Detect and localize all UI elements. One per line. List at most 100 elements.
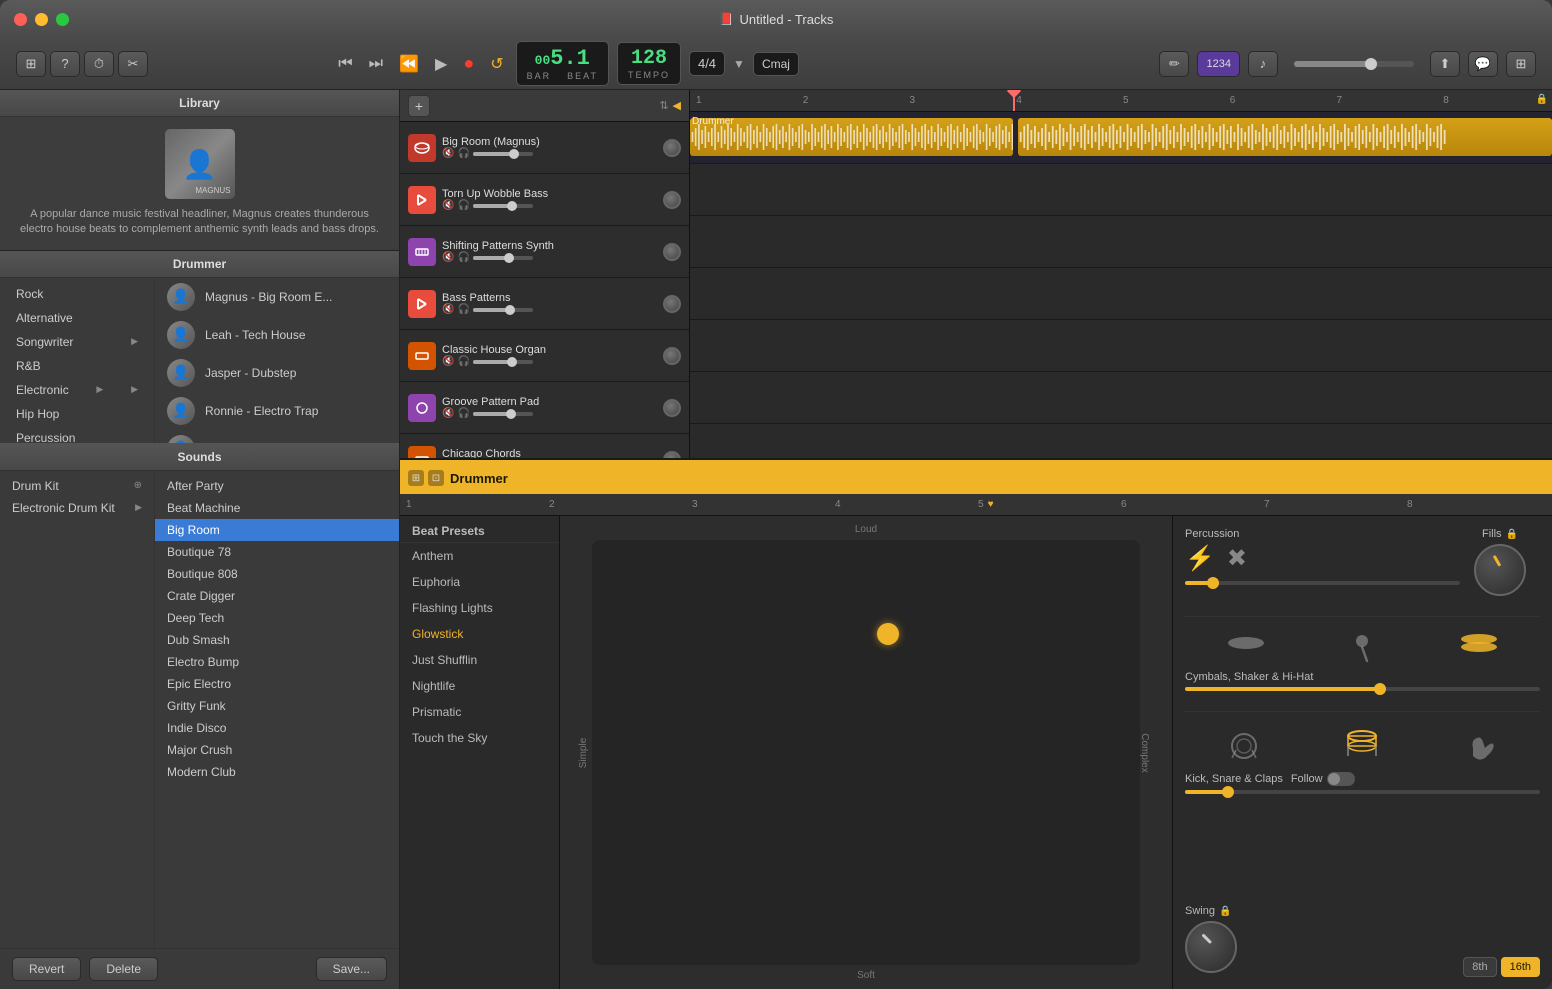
record-btn[interactable]: ● xyxy=(459,49,478,78)
genre-songwriter[interactable]: Songwriter xyxy=(0,330,154,354)
pan-knob-3[interactable] xyxy=(663,295,681,313)
drummer-ronnie[interactable]: 👤 Ronnie - Electro Trap xyxy=(155,392,399,430)
scissors-btn[interactable]: ✂ xyxy=(118,51,148,77)
sound-deep-tech[interactable]: Deep Tech xyxy=(155,607,399,629)
hammer-icon[interactable]: ✖ xyxy=(1227,544,1247,573)
timeline-row-6[interactable] xyxy=(690,424,1552,458)
pan-knob-0[interactable] xyxy=(663,139,681,157)
save-button[interactable]: Save... xyxy=(316,957,387,981)
drummer-julian[interactable]: 👤 Julian - Modern House xyxy=(155,430,399,443)
fold-btn[interactable]: ◀ xyxy=(673,99,681,112)
mute-btn-3[interactable]: 🔇 xyxy=(442,304,454,315)
sound-crate-digger[interactable]: Crate Digger xyxy=(155,585,399,607)
track-row-3[interactable]: Bass Patterns 🔇 🎧 xyxy=(400,278,689,330)
minimize-button[interactable] xyxy=(35,13,48,26)
sound-dub-smash[interactable]: Dub Smash xyxy=(155,629,399,651)
lightning-icon[interactable]: ⚡ xyxy=(1185,544,1215,573)
delete-button[interactable]: Delete xyxy=(89,957,158,981)
preset-prismatic[interactable]: Prismatic xyxy=(400,699,559,725)
fast-forward-btn[interactable]: ⏭ xyxy=(365,51,387,77)
rewind-btn[interactable]: ⏮ xyxy=(334,51,356,77)
sort-btn[interactable]: ⇅ xyxy=(659,99,668,112)
follow-toggle-pill[interactable] xyxy=(1327,772,1355,786)
drummer-jasper[interactable]: 👤 Jasper - Dubstep xyxy=(155,354,399,392)
headphone-btn-2[interactable]: 🎧 xyxy=(457,252,469,263)
pencil-btn[interactable]: ✏ xyxy=(1159,51,1189,77)
mute-btn-1[interactable]: 🔇 xyxy=(442,200,454,211)
editor-btn-2[interactable]: ⊡ xyxy=(428,470,444,486)
genre-hiphop[interactable]: Hip Hop xyxy=(0,402,154,426)
cymbals-slider[interactable] xyxy=(1185,687,1540,691)
preset-glowstick[interactable]: Glowstick xyxy=(400,621,559,647)
help-btn[interactable]: ? xyxy=(50,51,80,77)
headphone-btn-1[interactable]: 🎧 xyxy=(457,200,469,211)
headphone-btn-0[interactable]: 🎧 xyxy=(457,148,469,159)
timeline-row-5[interactable] xyxy=(690,372,1552,424)
skip-back-btn[interactable]: ⏪ xyxy=(395,50,423,78)
sound-electro-bump[interactable]: Electro Bump xyxy=(155,651,399,673)
time-sig-display[interactable]: 4/4 xyxy=(689,51,725,76)
tempo-display[interactable]: 128 TEMPO xyxy=(617,42,681,85)
add-track-btn[interactable]: + xyxy=(408,95,430,117)
mute-btn-0[interactable]: 🔇 xyxy=(442,148,454,159)
headphone-btn-4[interactable]: 🎧 xyxy=(457,356,469,367)
count-in-btn[interactable]: 1234 xyxy=(1197,51,1239,77)
tuner-btn[interactable]: ♪ xyxy=(1248,51,1278,77)
sound-epic-electro[interactable]: Epic Electro xyxy=(155,673,399,695)
pan-knob-5[interactable] xyxy=(663,399,681,417)
sound-boutique-78[interactable]: Boutique 78 xyxy=(155,541,399,563)
pan-knob-1[interactable] xyxy=(663,191,681,209)
volume-slider-3[interactable] xyxy=(473,308,533,312)
sound-boutique-808[interactable]: Boutique 808 xyxy=(155,563,399,585)
genre-alternative[interactable]: Alternative xyxy=(0,306,154,330)
preset-shufflin[interactable]: Just Shufflin xyxy=(400,647,559,673)
drummer-leah[interactable]: 👤 Leah - Tech House xyxy=(155,316,399,354)
preset-touch-sky[interactable]: Touch the Sky xyxy=(400,725,559,751)
sound-type-electronic[interactable]: Electronic Drum Kit ▶ xyxy=(0,497,154,519)
drummer-magnus[interactable]: 👤 Magnus - Big Room E... xyxy=(155,278,399,316)
pan-knob-4[interactable] xyxy=(663,347,681,365)
timeline-row-4[interactable] xyxy=(690,320,1552,372)
volume-slider-1[interactable] xyxy=(473,204,533,208)
key-display[interactable]: Cmaj xyxy=(753,52,799,76)
master-volume[interactable] xyxy=(1294,61,1414,67)
timeline-row-3[interactable] xyxy=(690,268,1552,320)
region-drummer-a[interactable]: for(let i=0;i<120;i++){} xyxy=(690,118,1013,156)
preset-anthem[interactable]: Anthem xyxy=(400,543,559,569)
genre-rnb[interactable]: R&B xyxy=(0,354,154,378)
track-row-4[interactable]: Classic House Organ 🔇 🎧 xyxy=(400,330,689,382)
region-drummer-b[interactable] xyxy=(1018,118,1552,156)
volume-slider-5[interactable] xyxy=(473,412,533,416)
mute-btn-2[interactable]: 🔇 xyxy=(442,252,454,263)
sound-indie-disco[interactable]: Indie Disco xyxy=(155,717,399,739)
grid-btn[interactable]: ⊞ xyxy=(1506,51,1536,77)
play-btn[interactable]: ▶ xyxy=(431,50,451,78)
volume-slider-2[interactable] xyxy=(473,256,533,260)
headphone-btn-5[interactable]: 🎧 xyxy=(457,408,469,419)
genre-rock[interactable]: Rock xyxy=(0,282,154,306)
kick-drum-icon[interactable] xyxy=(1226,728,1262,764)
share-btn[interactable]: ⬆ xyxy=(1430,51,1460,77)
timeline-row-0[interactable]: Drummer for(let i=0;i<120;i++){} xyxy=(690,112,1552,164)
revert-button[interactable]: Revert xyxy=(12,957,81,981)
genre-electronic[interactable]: Electronic ▶ xyxy=(0,378,154,402)
library-btn[interactable]: ⊞ xyxy=(16,51,46,77)
hihat-icon[interactable] xyxy=(1459,633,1499,657)
track-row-6[interactable]: Chicago Chords 🔇 🎧 xyxy=(400,434,689,458)
close-button[interactable] xyxy=(14,13,27,26)
percussion-slider[interactable] xyxy=(1185,581,1460,585)
track-row-1[interactable]: Torn Up Wobble Bass 🔇 🎧 xyxy=(400,174,689,226)
volume-slider-4[interactable] xyxy=(473,360,533,364)
clap-icon[interactable] xyxy=(1463,728,1499,764)
pad-canvas[interactable] xyxy=(592,540,1140,965)
sound-major-crush[interactable]: Major Crush xyxy=(155,739,399,761)
sound-type-drumkit[interactable]: Drum Kit ⊕ xyxy=(0,475,154,497)
snare-drum-icon[interactable] xyxy=(1344,728,1380,758)
track-row-2[interactable]: Shifting Patterns Synth 🔇 🎧 xyxy=(400,226,689,278)
pan-knob-6[interactable] xyxy=(663,451,681,459)
preset-nightlife[interactable]: Nightlife xyxy=(400,673,559,699)
note-8th-btn[interactable]: 8th xyxy=(1463,957,1496,977)
sound-gritty-funk[interactable]: Gritty Funk xyxy=(155,695,399,717)
track-row-5[interactable]: Groove Pattern Pad 🔇 🎧 xyxy=(400,382,689,434)
editor-btn-1[interactable]: ⊞ xyxy=(408,470,424,486)
